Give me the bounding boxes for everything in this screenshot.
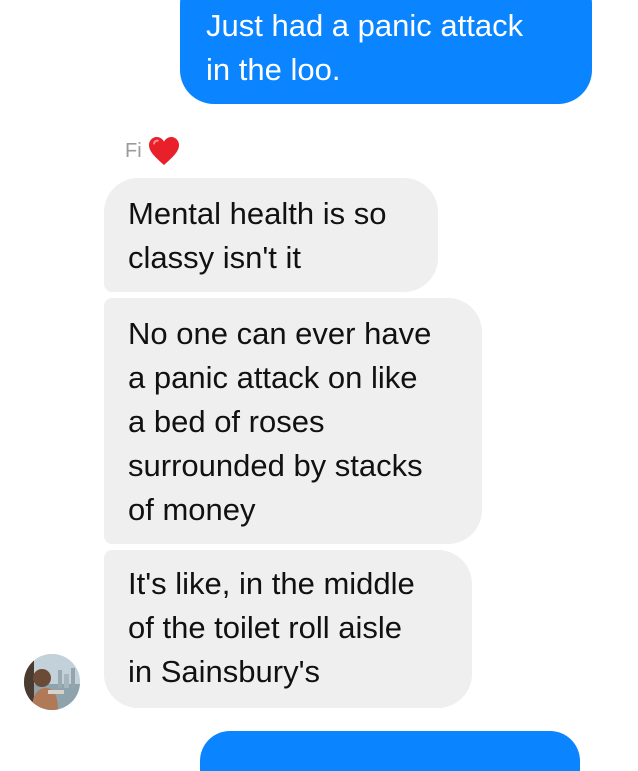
- contact-avatar[interactable]: [24, 654, 80, 710]
- outgoing-message-bubble-partial[interactable]: [200, 731, 580, 771]
- incoming-message-bubble[interactable]: No one can ever have a panic attack on l…: [104, 298, 482, 544]
- heart-icon: [148, 137, 179, 165]
- outgoing-message-bubble[interactable]: Just had a panic attack in the loo.: [180, 0, 592, 104]
- sender-name: Fi: [125, 139, 142, 162]
- incoming-message-bubble[interactable]: It's like, in the middle of the toilet r…: [104, 550, 472, 708]
- avatar-photo-icon: [24, 654, 80, 710]
- sender-label: Fi: [125, 136, 180, 166]
- incoming-message-bubble[interactable]: Mental health is so classy isn't it: [104, 178, 438, 292]
